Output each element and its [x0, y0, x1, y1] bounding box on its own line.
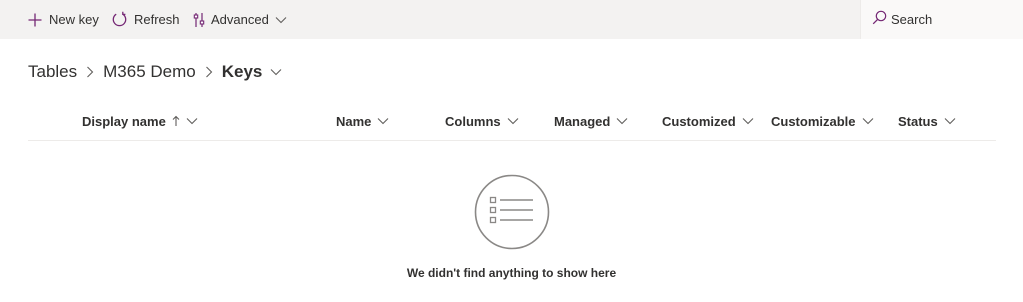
new-key-label: New key [49, 12, 99, 27]
column-header-label: Display name [82, 113, 166, 129]
plus-icon [27, 12, 43, 28]
empty-state-message: We didn't find anything to show here [406, 266, 617, 280]
command-bar: New key Refresh Advanced [0, 0, 1023, 39]
refresh-button[interactable]: Refresh [111, 0, 180, 39]
column-header-label: Customized [662, 113, 736, 129]
breadcrumb-current-keys[interactable]: Keys [222, 62, 263, 82]
chevron-down-icon [944, 117, 956, 125]
column-header-label: Customizable [771, 113, 856, 129]
chevron-down-icon [616, 117, 628, 125]
chevron-right-icon [205, 66, 213, 78]
breadcrumb-item-tables[interactable]: Tables [28, 62, 77, 82]
column-header-customized[interactable]: Customized [662, 106, 754, 136]
column-header-name[interactable]: Name [336, 106, 389, 136]
chevron-down-icon [186, 117, 198, 125]
refresh-icon [111, 11, 128, 28]
column-header-display-name[interactable]: Display name [82, 106, 198, 136]
new-key-button[interactable]: New key [27, 0, 99, 39]
advanced-button[interactable]: Advanced [193, 0, 287, 39]
advanced-label: Advanced [211, 12, 269, 27]
column-header-customizable[interactable]: Customizable [771, 106, 874, 136]
column-header-columns[interactable]: Columns [445, 106, 519, 136]
refresh-label: Refresh [134, 12, 180, 27]
column-header-managed[interactable]: Managed [554, 106, 628, 136]
column-header-label: Name [336, 113, 372, 129]
search-box[interactable] [860, 0, 1023, 39]
chevron-down-icon [507, 117, 519, 125]
breadcrumb-item-m365-demo[interactable]: M365 Demo [103, 62, 196, 82]
chevron-right-icon [86, 66, 94, 78]
search-icon [872, 10, 887, 30]
column-header-status[interactable]: Status [898, 106, 956, 136]
column-header-label: Status [898, 113, 938, 129]
column-header-label: Managed [554, 113, 611, 129]
chevron-down-icon [377, 117, 389, 125]
chevron-down-icon [862, 117, 874, 125]
grid-header: Display name Name Columns Managed Custom… [28, 106, 996, 141]
advanced-filter-icon [193, 12, 205, 28]
bulleted-list-icon [474, 174, 550, 250]
chevron-down-icon [742, 117, 754, 125]
search-input[interactable] [891, 12, 1011, 27]
chevron-down-icon [275, 16, 287, 24]
chevron-down-icon[interactable] [270, 68, 282, 76]
sort-ascending-icon [172, 115, 180, 127]
breadcrumb: Tables M365 Demo Keys [28, 60, 282, 84]
column-header-label: Columns [445, 113, 501, 129]
